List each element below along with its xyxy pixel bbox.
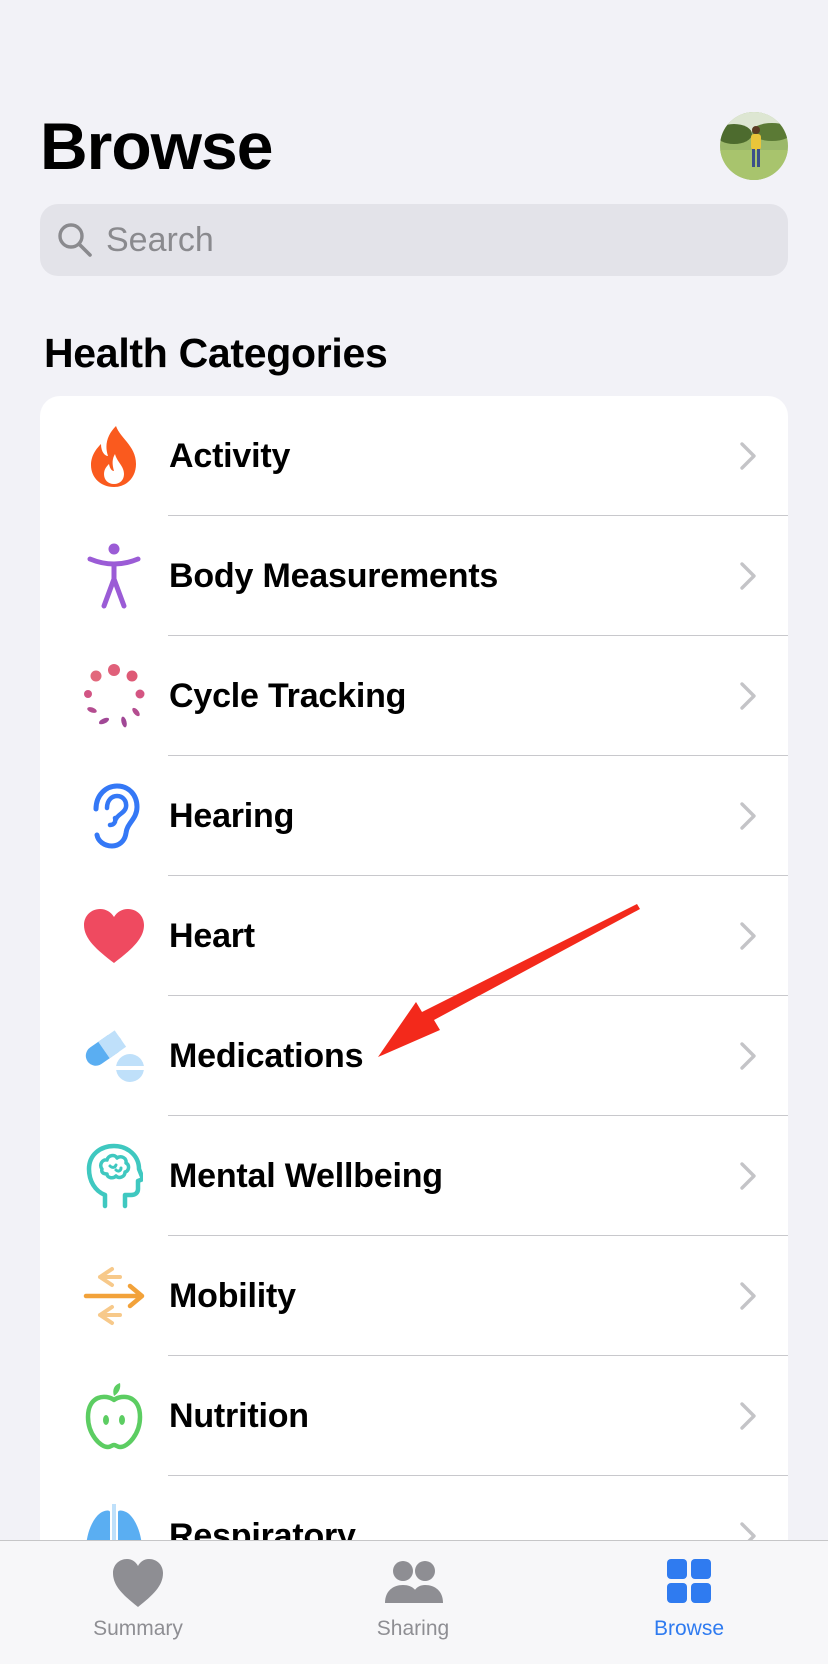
head-brain-icon (82, 1143, 146, 1209)
heart-icon (113, 1559, 163, 1607)
search-icon (58, 223, 92, 257)
arrows-icon (82, 1264, 146, 1328)
category-label: Mental Wellbeing (169, 1157, 443, 1195)
chevron-right-icon (740, 1162, 756, 1190)
apple-icon (82, 1383, 146, 1450)
category-row-mobility[interactable]: Mobility (40, 1236, 788, 1356)
flame-icon (82, 424, 146, 488)
search-input[interactable] (106, 220, 746, 260)
cycle-dots-icon (82, 664, 146, 728)
header: Browse (0, 0, 828, 290)
grid-icon (667, 1559, 711, 1603)
tab-bar: Summary Sharing Browse (0, 1540, 828, 1664)
tab-label: Browse (653, 1617, 725, 1640)
search-bar[interactable] (40, 204, 788, 276)
category-row-heart[interactable]: Heart (40, 876, 788, 996)
category-label: Heart (169, 917, 255, 955)
category-label: Cycle Tracking (169, 677, 407, 715)
chevron-right-icon (740, 442, 756, 470)
tab-label: Sharing (376, 1617, 450, 1640)
category-label: Hearing (169, 797, 295, 835)
category-label: Nutrition (169, 1397, 309, 1435)
tab-label: Summary (93, 1617, 183, 1640)
categories-list: Activity Body Measurements Cycle Trackin… (40, 396, 788, 1664)
category-row-cycle-tracking[interactable]: Cycle Tracking (40, 636, 788, 756)
chevron-right-icon (740, 1042, 756, 1070)
browse-screen: Browse Health Categories (0, 0, 828, 1664)
chevron-right-icon (740, 802, 756, 830)
tab-browse[interactable]: Browse (589, 1541, 789, 1664)
chevron-right-icon (740, 1402, 756, 1430)
category-row-body-measurements[interactable]: Body Measurements (40, 516, 788, 636)
category-row-activity[interactable]: Activity (40, 396, 788, 516)
chevron-right-icon (740, 682, 756, 710)
category-label: Mobility (169, 1277, 296, 1315)
category-label: Activity (169, 437, 291, 475)
category-label: Medications (169, 1037, 364, 1075)
heart-icon (82, 904, 146, 968)
chevron-right-icon (740, 562, 756, 590)
category-row-medications[interactable]: Medications (40, 996, 788, 1116)
tab-sharing[interactable]: Sharing (313, 1541, 513, 1664)
category-row-nutrition[interactable]: Nutrition (40, 1356, 788, 1476)
category-label: Body Measurements (169, 557, 499, 595)
category-row-hearing[interactable]: Hearing (40, 756, 788, 876)
tab-summary[interactable]: Summary (38, 1541, 238, 1664)
body-figure-icon (82, 543, 146, 609)
chevron-right-icon (740, 1282, 756, 1310)
profile-avatar[interactable] (720, 112, 788, 180)
section-title: Health Categories (44, 330, 388, 376)
ear-icon (82, 783, 146, 849)
people-icon (385, 1561, 443, 1603)
page-title: Browse (40, 109, 273, 183)
chevron-right-icon (740, 922, 756, 950)
category-row-mental-wellbeing[interactable]: Mental Wellbeing (40, 1116, 788, 1236)
pills-icon (82, 1024, 146, 1088)
